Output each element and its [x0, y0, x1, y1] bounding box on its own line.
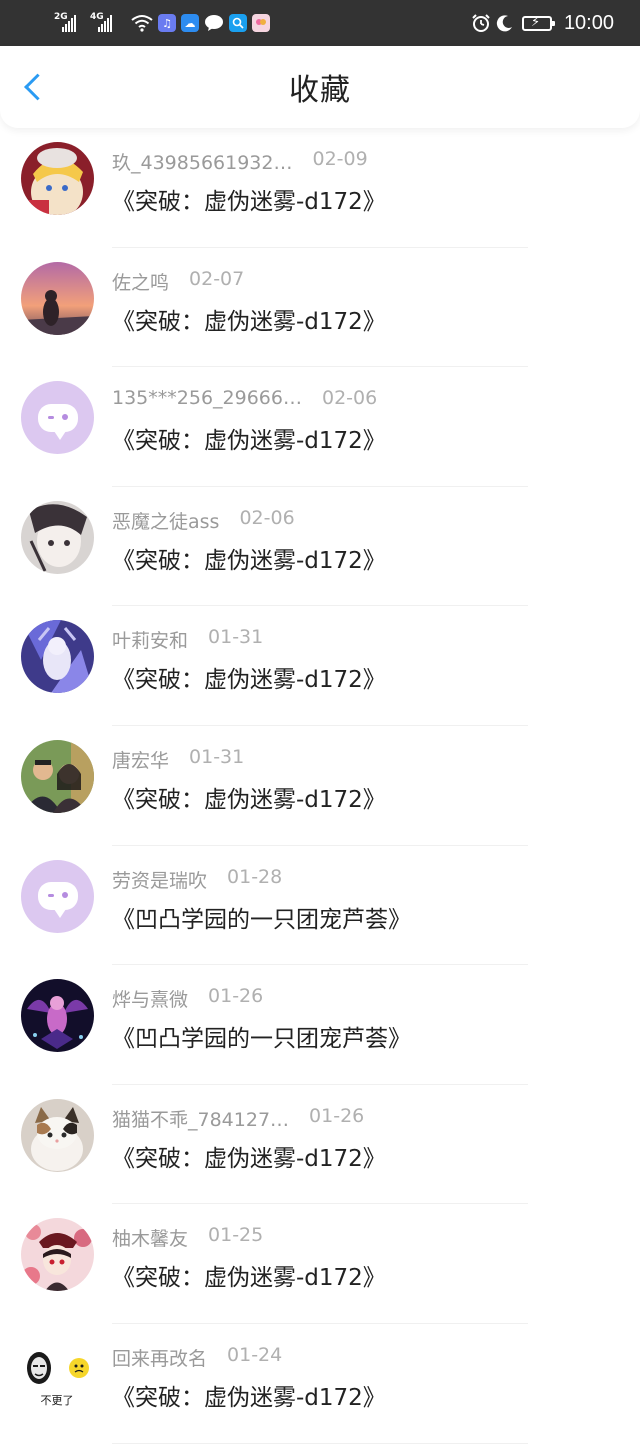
alarm-icon	[471, 13, 491, 33]
item-date: 01-26	[309, 1104, 365, 1127]
avatar[interactable]	[21, 739, 94, 813]
message-icon	[204, 14, 224, 32]
user-name[interactable]: 135***256_29666…	[112, 387, 302, 409]
default-avatar-icon	[37, 882, 78, 919]
search-app-icon	[229, 14, 247, 32]
user-name[interactable]: 玖_43985661932…	[112, 148, 292, 175]
list-item[interactable]: 玖_43985661932… 02-09 《突破：虚伪迷雾-d172》	[0, 128, 640, 248]
work-title[interactable]: 《突破：虚伪迷雾-d172》	[112, 660, 386, 694]
work-title[interactable]: 《突破：虚伪迷雾-d172》	[112, 302, 386, 336]
signal-icon: 4G	[90, 12, 120, 33]
user-name[interactable]: 恶魔之徒ass	[112, 507, 219, 534]
cloud-app-icon: ☁	[181, 14, 199, 32]
item-meta: 烨与熹微 01-26	[112, 985, 263, 1012]
list-item[interactable]: 烨与熹微 01-26 《凹凸学园的一只团宠芦荟》	[0, 965, 640, 1085]
item-meta: 叶莉安和 01-31	[112, 626, 263, 653]
item-date: 01-24	[227, 1343, 283, 1366]
avatar[interactable]	[21, 1098, 94, 1172]
item-meta: 玖_43985661932… 02-09	[112, 148, 368, 175]
item-meta: 135***256_29666… 02-06	[112, 387, 377, 409]
work-title[interactable]: 《突破：虚伪迷雾-d172》	[112, 182, 386, 216]
default-avatar-icon	[37, 403, 78, 440]
user-name[interactable]: 烨与熹微	[112, 985, 188, 1012]
list-item[interactable]: 叶莉安和 01-31 《突破：虚伪迷雾-d172》	[0, 606, 640, 726]
item-meta: 柚木馨友 01-25	[112, 1224, 263, 1251]
work-title[interactable]: 《凹凸学园的一只团宠芦荟》	[112, 1019, 411, 1053]
back-icon[interactable]	[24, 73, 51, 101]
work-title[interactable]: 《突破：虚伪迷雾-d172》	[112, 541, 386, 575]
avatar[interactable]	[21, 979, 94, 1053]
user-name[interactable]: 猫猫不乖_784127…	[112, 1105, 289, 1132]
user-name[interactable]: 劳资是瑞吹	[112, 866, 207, 893]
list-item[interactable]: 柚木馨友 01-25 《突破：虚伪迷雾-d172》	[0, 1204, 640, 1324]
list-item[interactable]: 猫猫不乖_784127… 01-26 《突破：虚伪迷雾-d172》	[0, 1085, 640, 1205]
item-meta: 唐宏华 01-31	[112, 746, 244, 773]
status-bar-left: 2G 4G ♫ ☁	[54, 12, 270, 33]
list-item[interactable]: 劳资是瑞吹 01-28 《凹凸学园的一只团宠芦荟》	[0, 846, 640, 966]
avatar[interactable]	[21, 620, 94, 694]
user-name[interactable]: 叶莉安和	[112, 626, 188, 653]
avatar[interactable]: 不更了	[21, 1337, 94, 1411]
avatar-sticker-text: 不更了	[41, 1394, 74, 1407]
work-title[interactable]: 《突破：虚伪迷雾-d172》	[112, 1139, 386, 1173]
avatar[interactable]	[21, 381, 94, 455]
list-item[interactable]: 佐之鸣 02-07 《突破：虚伪迷雾-d172》	[0, 248, 640, 368]
favorites-list: 玖_43985661932… 02-09 《突破：虚伪迷雾-d172》 佐之鸣 …	[0, 128, 640, 1444]
status-bar-right: ⚡ 10:00	[466, 12, 614, 35]
photo-app-icon	[252, 14, 270, 32]
avatar[interactable]	[21, 142, 94, 215]
item-date: 01-25	[208, 1224, 264, 1247]
item-meta: 猫猫不乖_784127… 01-26	[112, 1105, 364, 1132]
item-meta: 恶魔之徒ass 02-06	[112, 507, 295, 534]
user-name[interactable]: 柚木馨友	[112, 1224, 188, 1251]
battery-icon: ⚡	[521, 15, 555, 31]
item-meta: 佐之鸣 02-07	[112, 268, 244, 295]
list-item[interactable]: 不更了 回来再改名 01-24 《突破：虚伪迷雾-d172》	[0, 1324, 640, 1444]
list-item[interactable]: 135***256_29666… 02-06 《突破：虚伪迷雾-d172》	[0, 367, 640, 487]
item-date: 01-31	[208, 626, 264, 649]
work-title[interactable]: 《突破：虚伪迷雾-d172》	[112, 1378, 386, 1412]
avatar[interactable]	[21, 1218, 94, 1292]
music-app-icon: ♫	[158, 14, 176, 32]
status-time: 10:00	[563, 11, 614, 34]
work-title[interactable]: 《突破：虚伪迷雾-d172》	[112, 780, 386, 814]
item-date: 01-31	[189, 745, 245, 768]
avatar[interactable]	[21, 500, 94, 574]
item-date: 02-06	[321, 387, 378, 410]
item-date: 02-09	[312, 148, 368, 170]
work-title[interactable]: 《突破：虚伪迷雾-d172》	[112, 1258, 386, 1292]
user-name[interactable]: 佐之鸣	[112, 268, 169, 295]
page-title: 收藏	[289, 73, 351, 108]
page-header: 收藏	[0, 46, 640, 128]
item-date: 01-28	[227, 865, 283, 888]
wifi-icon	[131, 14, 153, 32]
user-name[interactable]: 唐宏华	[112, 746, 169, 773]
avatar[interactable]	[21, 859, 94, 933]
work-title[interactable]: 《凹凸学园的一只团宠芦荟》	[112, 900, 411, 934]
user-name[interactable]: 回来再改名	[112, 1344, 207, 1371]
item-date: 01-26	[208, 985, 264, 1008]
signal-icon: 2G	[54, 12, 84, 33]
status-bar: 2G 4G ♫ ☁ ⚡ 10:00	[0, 0, 640, 46]
list-item[interactable]: 恶魔之徒ass 02-06 《突破：虚伪迷雾-d172》	[0, 487, 640, 607]
item-meta: 劳资是瑞吹 01-28	[112, 866, 282, 893]
work-title[interactable]: 《突破：虚伪迷雾-d172》	[112, 421, 386, 455]
item-meta: 回来再改名 01-24	[112, 1344, 282, 1371]
item-date: 02-06	[239, 506, 295, 529]
avatar[interactable]	[21, 261, 94, 335]
item-date: 02-07	[189, 267, 245, 290]
list-item[interactable]: 唐宏华 01-31 《突破：虚伪迷雾-d172》	[0, 726, 640, 846]
moon-icon	[496, 14, 514, 32]
